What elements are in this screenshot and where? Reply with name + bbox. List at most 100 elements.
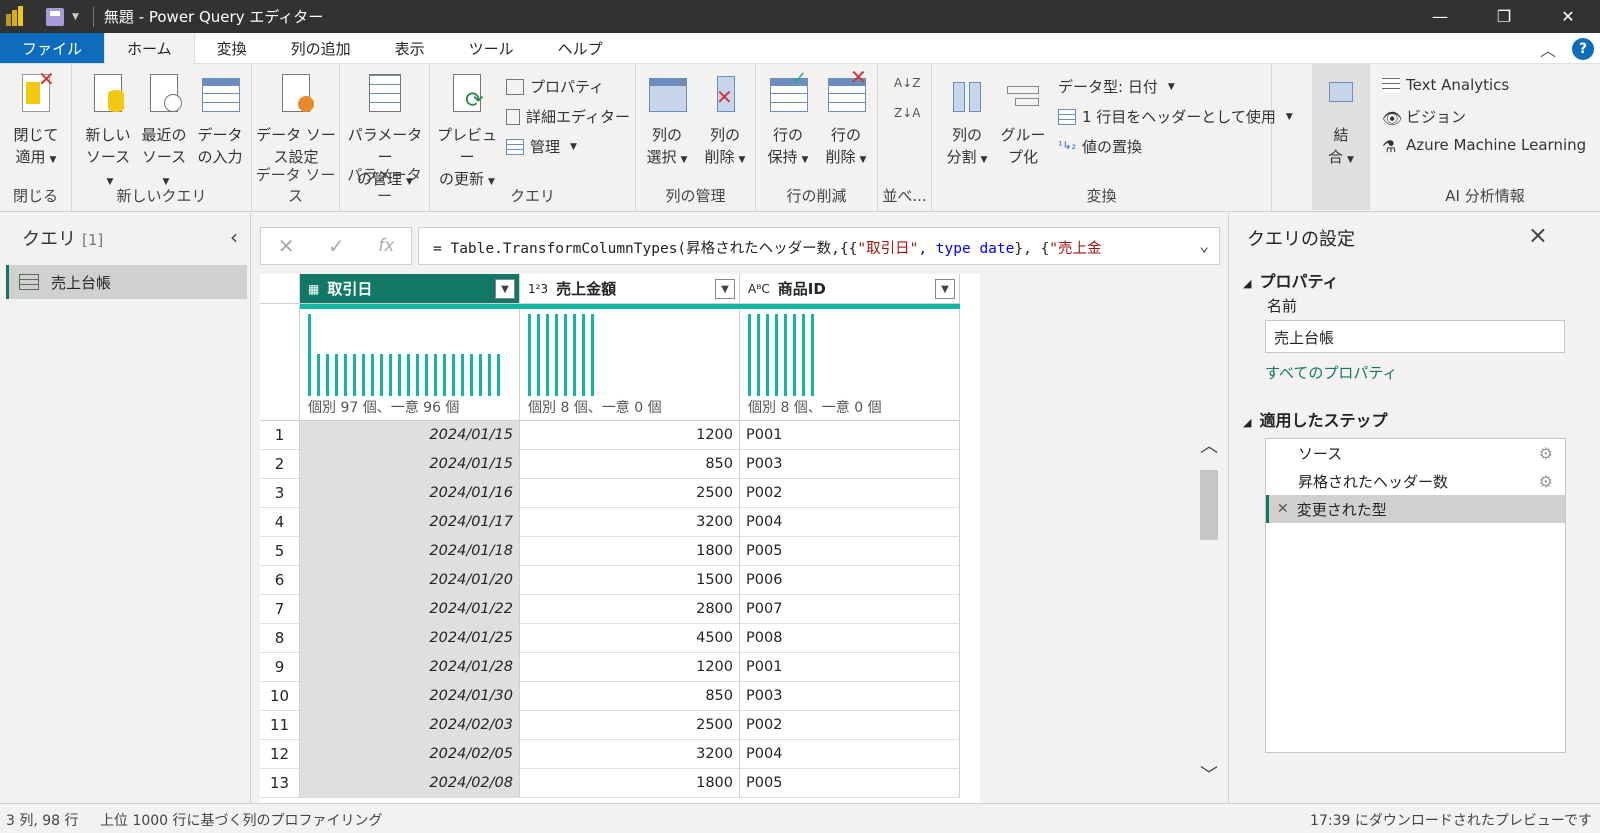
quick-access-dropdown-icon[interactable]: ▼ — [72, 12, 79, 22]
cell-date[interactable]: 2024/01/18 — [300, 537, 520, 566]
cell-date[interactable]: 2024/01/15 — [300, 450, 520, 479]
close-window-button[interactable]: ✕ — [1536, 0, 1600, 33]
tab-view[interactable]: 表示 — [373, 33, 447, 63]
cell-date[interactable]: 2024/01/30 — [300, 682, 520, 711]
sort-ascending-icon[interactable]: A↓Z — [894, 76, 920, 90]
filter-dropdown-icon[interactable]: ▼ — [715, 279, 735, 299]
fx-icon[interactable]: fx — [378, 236, 394, 256]
cell-date[interactable]: 2024/01/15 — [300, 421, 520, 450]
cell-date[interactable]: 2024/01/25 — [300, 624, 520, 653]
row-number[interactable]: 1 — [260, 421, 300, 450]
cell-product-id[interactable]: P002 — [740, 711, 960, 740]
group-by-button[interactable]: グルー プ化 — [998, 72, 1048, 168]
tab-file[interactable]: ファイル — [0, 33, 105, 63]
filter-dropdown-icon[interactable]: ▼ — [935, 279, 955, 299]
collapse-pane-icon[interactable]: ‹ — [230, 225, 238, 249]
profiling-status[interactable]: 上位 1000 行に基づく列のプロファイリング — [100, 810, 383, 830]
use-first-row-button[interactable]: 1 行目をヘッダーとして使用 ▼ — [1058, 106, 1293, 127]
cell-amount[interactable]: 4500 — [520, 624, 740, 653]
expand-formula-icon[interactable]: ⌄ — [1199, 236, 1209, 255]
tab-help[interactable]: ヘルプ — [536, 33, 625, 63]
row-number[interactable]: 2 — [260, 450, 300, 479]
step-source[interactable]: ソース ⚙ — [1266, 439, 1565, 467]
vertical-scrollbar[interactable]: ︿ ﹀ — [1198, 432, 1220, 787]
tab-add-column[interactable]: 列の追加 — [269, 33, 373, 63]
table-menu-icon[interactable] — [260, 274, 300, 304]
remove-rows-button[interactable]: ✕ 行の 削除 ▼ — [818, 66, 874, 171]
vision-button[interactable]: 👁 ビジョン — [1382, 106, 1466, 128]
advanced-editor-button[interactable]: 詳細エディター — [506, 106, 630, 127]
properties-button[interactable]: プロパティ — [506, 76, 604, 97]
step-changed-type[interactable]: ✕ 変更された型 — [1266, 495, 1565, 523]
azure-ml-button[interactable]: ⚗ Azure Machine Learning — [1382, 136, 1586, 156]
cell-amount[interactable]: 850 — [520, 682, 740, 711]
filter-dropdown-icon[interactable]: ▼ — [495, 279, 515, 299]
query-name-field[interactable]: 売上台帳 — [1265, 320, 1565, 353]
column-header-product[interactable]: AᴮC 商品ID ▼ — [740, 274, 960, 304]
enter-data-button[interactable]: データ の入力 — [194, 72, 246, 168]
row-number[interactable]: 11 — [260, 711, 300, 740]
cell-date[interactable]: 2024/02/05 — [300, 740, 520, 769]
cell-product-id[interactable]: P001 — [740, 653, 960, 682]
properties-section[interactable]: ◢ プロパティ — [1243, 268, 1339, 292]
cell-product-id[interactable]: P008 — [740, 624, 960, 653]
cell-product-id[interactable]: P003 — [740, 450, 960, 479]
tab-tools[interactable]: ツール — [447, 33, 536, 63]
scroll-thumb[interactable] — [1200, 470, 1218, 540]
commit-formula-icon[interactable]: ✓ — [328, 234, 345, 258]
help-icon[interactable]: ? — [1572, 38, 1594, 60]
all-properties-link[interactable]: すべてのプロパティ — [1265, 362, 1397, 383]
cell-amount[interactable]: 1200 — [520, 653, 740, 682]
row-number[interactable]: 3 — [260, 479, 300, 508]
row-number[interactable]: 13 — [260, 769, 300, 798]
cell-product-id[interactable]: P007 — [740, 595, 960, 624]
tab-transform[interactable]: 変換 — [195, 33, 269, 63]
manage-button[interactable]: 管理 ▼ — [506, 136, 577, 157]
split-column-button[interactable]: 列の 分割 ▼ — [940, 72, 994, 171]
row-number[interactable]: 10 — [260, 682, 300, 711]
cell-date[interactable]: 2024/01/17 — [300, 508, 520, 537]
applied-steps-section[interactable]: ◢ 適用したステップ — [1243, 407, 1387, 431]
data-source-settings-button[interactable]: データ ソー ス設定 — [256, 72, 336, 168]
cell-product-id[interactable]: P006 — [740, 566, 960, 595]
row-number[interactable]: 4 — [260, 508, 300, 537]
cell-amount[interactable]: 1200 — [520, 421, 740, 450]
text-analytics-button[interactable]: Text Analytics — [1382, 76, 1509, 94]
cell-product-id[interactable]: P001 — [740, 421, 960, 450]
cell-date[interactable]: 2024/01/28 — [300, 653, 520, 682]
column-header-amount[interactable]: 1²3 売上金額 ▼ — [520, 274, 740, 304]
cell-date[interactable]: 2024/01/22 — [300, 595, 520, 624]
combine-button[interactable]: 結 合 ▼ — [1316, 72, 1366, 171]
cell-amount[interactable]: 1500 — [520, 566, 740, 595]
collapse-ribbon-icon[interactable]: ︿ — [1540, 37, 1556, 61]
keep-rows-button[interactable]: ✓ 行の 保持 ▼ — [760, 68, 816, 171]
row-number[interactable]: 9 — [260, 653, 300, 682]
column-header-date[interactable]: ▦ 取引日 ▼ — [300, 274, 520, 304]
row-number[interactable]: 8 — [260, 624, 300, 653]
cell-amount[interactable]: 3200 — [520, 740, 740, 769]
cell-amount[interactable]: 1800 — [520, 769, 740, 798]
cell-product-id[interactable]: P004 — [740, 508, 960, 537]
row-number[interactable]: 6 — [260, 566, 300, 595]
row-number[interactable]: 5 — [260, 537, 300, 566]
cell-product-id[interactable]: P002 — [740, 479, 960, 508]
cell-product-id[interactable]: P005 — [740, 769, 960, 798]
cancel-formula-icon[interactable]: ✕ — [278, 234, 295, 258]
new-source-button[interactable]: 新しい ソース▼ — [82, 72, 134, 193]
cell-amount[interactable]: 2500 — [520, 479, 740, 508]
cell-date[interactable]: 2024/01/16 — [300, 479, 520, 508]
cell-date[interactable]: 2024/01/20 — [300, 566, 520, 595]
cell-product-id[interactable]: P004 — [740, 740, 960, 769]
remove-columns-button[interactable]: ✕ 列の 削除 ▼ — [698, 72, 752, 171]
cell-product-id[interactable]: P003 — [740, 682, 960, 711]
cell-amount[interactable]: 2800 — [520, 595, 740, 624]
close-icon[interactable]: × — [1528, 221, 1548, 249]
cell-amount[interactable]: 2500 — [520, 711, 740, 740]
query-item[interactable]: 売上台帳 — [6, 265, 247, 299]
row-number[interactable]: 12 — [260, 740, 300, 769]
restore-button[interactable]: ❐ — [1472, 0, 1536, 33]
tab-home[interactable]: ホーム — [104, 33, 195, 64]
cell-amount[interactable]: 850 — [520, 450, 740, 479]
formula-input[interactable]: = Table.TransformColumnTypes(昇格されたヘッダー数,… — [418, 227, 1220, 265]
data-type-dropdown[interactable]: データ型: 日付 ▼ — [1058, 76, 1175, 97]
